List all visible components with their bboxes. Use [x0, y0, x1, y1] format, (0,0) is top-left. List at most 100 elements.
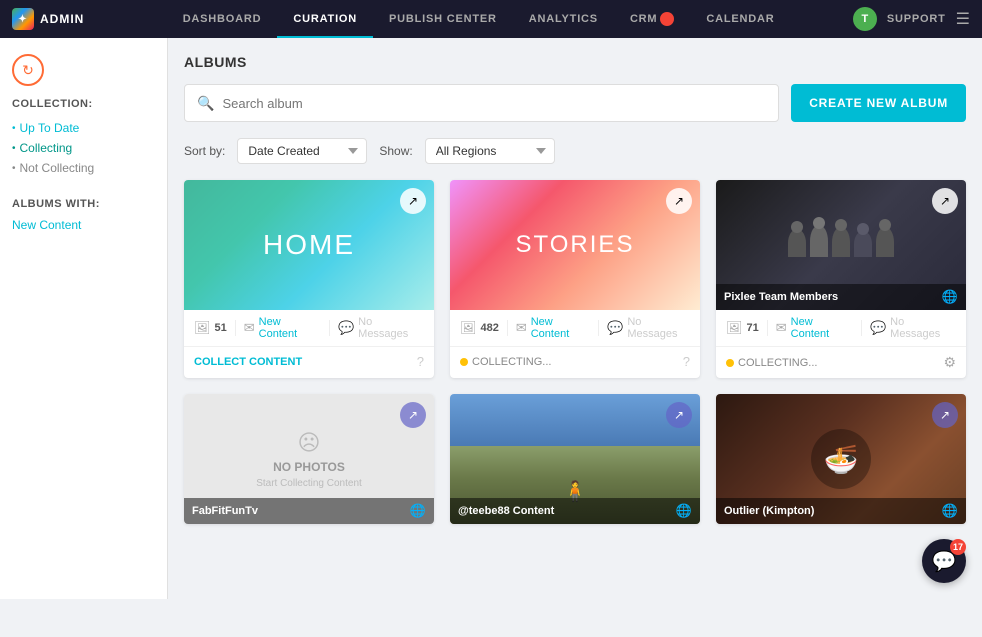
support-link[interactable]: SUPPORT: [887, 13, 946, 25]
collect-content-link[interactable]: COLLECT CONTENT: [194, 356, 302, 368]
album-stats-home: 🖼 51 ✉ New Content 💬 No Messages: [184, 310, 434, 347]
pin-icon[interactable]: ↗: [666, 188, 692, 214]
thumb-overlay: ↗: [400, 188, 426, 214]
gear-icon[interactable]: ⚙: [943, 354, 956, 371]
sort-label: Sort by:: [184, 144, 225, 158]
divider: [507, 320, 508, 336]
nav-right: T SUPPORT ☰: [853, 7, 970, 31]
search-input[interactable]: [222, 96, 766, 111]
create-album-button[interactable]: CREATE NEW ALBUM: [791, 84, 966, 122]
nav-link-crm[interactable]: CRM: [614, 0, 690, 38]
nav-links: DASHBOARD CURATION PUBLISH CENTER ANALYT…: [104, 0, 853, 38]
pin-icon[interactable]: ↗: [932, 402, 958, 428]
sidebar-item-label: Not Collecting: [20, 161, 95, 175]
stat-new: ✉ New Content: [516, 316, 590, 340]
album-card-stories[interactable]: STORIES ↗ 🖼 482 ✉ New Content: [450, 180, 700, 378]
avatar[interactable]: T: [853, 7, 877, 31]
album-name-overlay: FabFitFunTv 🌐: [184, 498, 434, 524]
frown-icon: ☹: [298, 430, 321, 456]
album-card-outlier[interactable]: 🍜 ↗ Outlier (Kimpton) 🌐: [716, 394, 966, 524]
thumb-overlay: ↗: [932, 402, 958, 428]
pin-icon[interactable]: ↗: [400, 402, 426, 428]
pin-icon[interactable]: ↗: [932, 188, 958, 214]
stat-msg: 💬 No Messages: [338, 316, 424, 340]
album-thumb-outlier: 🍜 ↗ Outlier (Kimpton) 🌐: [716, 394, 966, 524]
nav-link-analytics[interactable]: ANALYTICS: [513, 0, 614, 38]
album-name: FabFitFunTv: [192, 505, 258, 517]
nav-link-calendar[interactable]: CALENDAR: [690, 0, 790, 38]
search-input-wrap[interactable]: 🔍: [184, 84, 779, 122]
image-icon: 🖼: [726, 320, 743, 336]
sidebar-item-label: Collecting: [20, 141, 73, 155]
divider: [329, 320, 330, 336]
globe-icon: 🌐: [676, 503, 692, 519]
hamburger-menu-icon[interactable]: ☰: [956, 9, 970, 29]
help-icon[interactable]: ?: [417, 354, 424, 369]
collecting-label: COLLECTING...: [460, 356, 551, 368]
sidebar-item-new-content[interactable]: New Content: [12, 218, 155, 232]
nav-link-curation[interactable]: CURATION: [277, 0, 373, 38]
chat-icon: 💬: [870, 320, 886, 336]
album-card-home[interactable]: HOME ↗ 🖼 51 ✉ New Content: [184, 180, 434, 378]
pin-icon[interactable]: ↗: [666, 402, 692, 428]
globe-icon: 🌐: [942, 289, 958, 305]
sidebar-item-not-collecting[interactable]: • Not Collecting: [12, 158, 155, 178]
chat-badge: 17: [950, 539, 966, 555]
chat-bubble[interactable]: 💬 17: [922, 539, 966, 583]
album-footer-pixlee: COLLECTING... ⚙: [716, 347, 966, 378]
stat-number: 482: [481, 322, 499, 334]
nav-link-publish-center[interactable]: PUBLISH CENTER: [373, 0, 513, 38]
album-footer-stories: COLLECTING... ?: [450, 347, 700, 376]
albums-with-title: ALBUMS WITH:: [12, 198, 155, 210]
dot-icon: •: [12, 163, 16, 174]
album-name: Outlier (Kimpton): [724, 505, 814, 517]
album-name-overlay: Pixlee Team Members 🌐: [716, 284, 966, 310]
album-card-pixlee[interactable]: ↗ Pixlee Team Members 🌐 🖼 71 ✉: [716, 180, 966, 378]
album-stats-stories: 🖼 482 ✉ New Content 💬 No Messages: [450, 310, 700, 347]
home-thumbnail: HOME: [184, 180, 434, 310]
thumb-overlay: ↗: [932, 188, 958, 214]
nav-link-dashboard[interactable]: DASHBOARD: [167, 0, 278, 38]
sidebar-item-collecting[interactable]: • Collecting: [12, 138, 155, 158]
show-label: Show:: [379, 144, 412, 158]
logo-icon: ✦: [12, 8, 34, 30]
envelope-icon: ✉: [776, 320, 787, 336]
page-title: ALBUMS: [184, 54, 966, 70]
album-thumb-pixlee: ↗ Pixlee Team Members 🌐: [716, 180, 966, 310]
collection-icon: ↻: [12, 54, 44, 86]
top-navigation: ✦ ADMIN DASHBOARD CURATION PUBLISH CENTE…: [0, 0, 982, 38]
stat-number: 51: [215, 322, 227, 334]
collection-section: COLLECTION: • Up To Date • Collecting • …: [12, 98, 155, 178]
collecting-text: COLLECTING...: [472, 356, 551, 368]
thumb-overlay: ↗: [400, 402, 426, 428]
stat-msg: 💬 No Messages: [607, 316, 690, 340]
crm-badge: [660, 12, 674, 26]
no-photos-sub: Start Collecting Content: [256, 478, 362, 489]
album-name: Pixlee Team Members: [724, 291, 838, 303]
help-icon[interactable]: ?: [683, 354, 690, 369]
envelope-icon: ✉: [244, 320, 255, 336]
sidebar-item-label: Up To Date: [20, 121, 80, 135]
album-card-teebe88[interactable]: 🧍 ↗ @teebe88 Content 🌐: [450, 394, 700, 524]
album-grid: HOME ↗ 🖼 51 ✉ New Content: [184, 180, 966, 524]
no-messages-label: No Messages: [358, 316, 424, 340]
show-select[interactable]: All Regions: [425, 138, 555, 164]
no-messages-label: No Messages: [890, 316, 956, 340]
chat-icon: 💬: [607, 320, 623, 336]
image-icon: 🖼: [460, 320, 477, 336]
dot-icon: •: [12, 123, 16, 134]
new-content-label: New Content: [791, 316, 853, 340]
collecting-dot: [460, 358, 468, 366]
collection-title: COLLECTION:: [12, 98, 155, 110]
thumb-overlay: ↗: [666, 188, 692, 214]
sort-select[interactable]: Date Created: [237, 138, 367, 164]
collecting-label: COLLECTING...: [726, 357, 817, 369]
envelope-icon: ✉: [516, 320, 527, 336]
globe-icon: 🌐: [942, 503, 958, 519]
album-footer-home: COLLECT CONTENT ?: [184, 347, 434, 376]
logo: ✦ ADMIN: [12, 8, 84, 30]
pin-icon[interactable]: ↗: [400, 188, 426, 214]
stat-count: 🖼 71: [726, 320, 759, 336]
sidebar-item-up-to-date[interactable]: • Up To Date: [12, 118, 155, 138]
album-card-fabfitfuntv[interactable]: ☹ NO PHOTOS Start Collecting Content ↗ F…: [184, 394, 434, 524]
